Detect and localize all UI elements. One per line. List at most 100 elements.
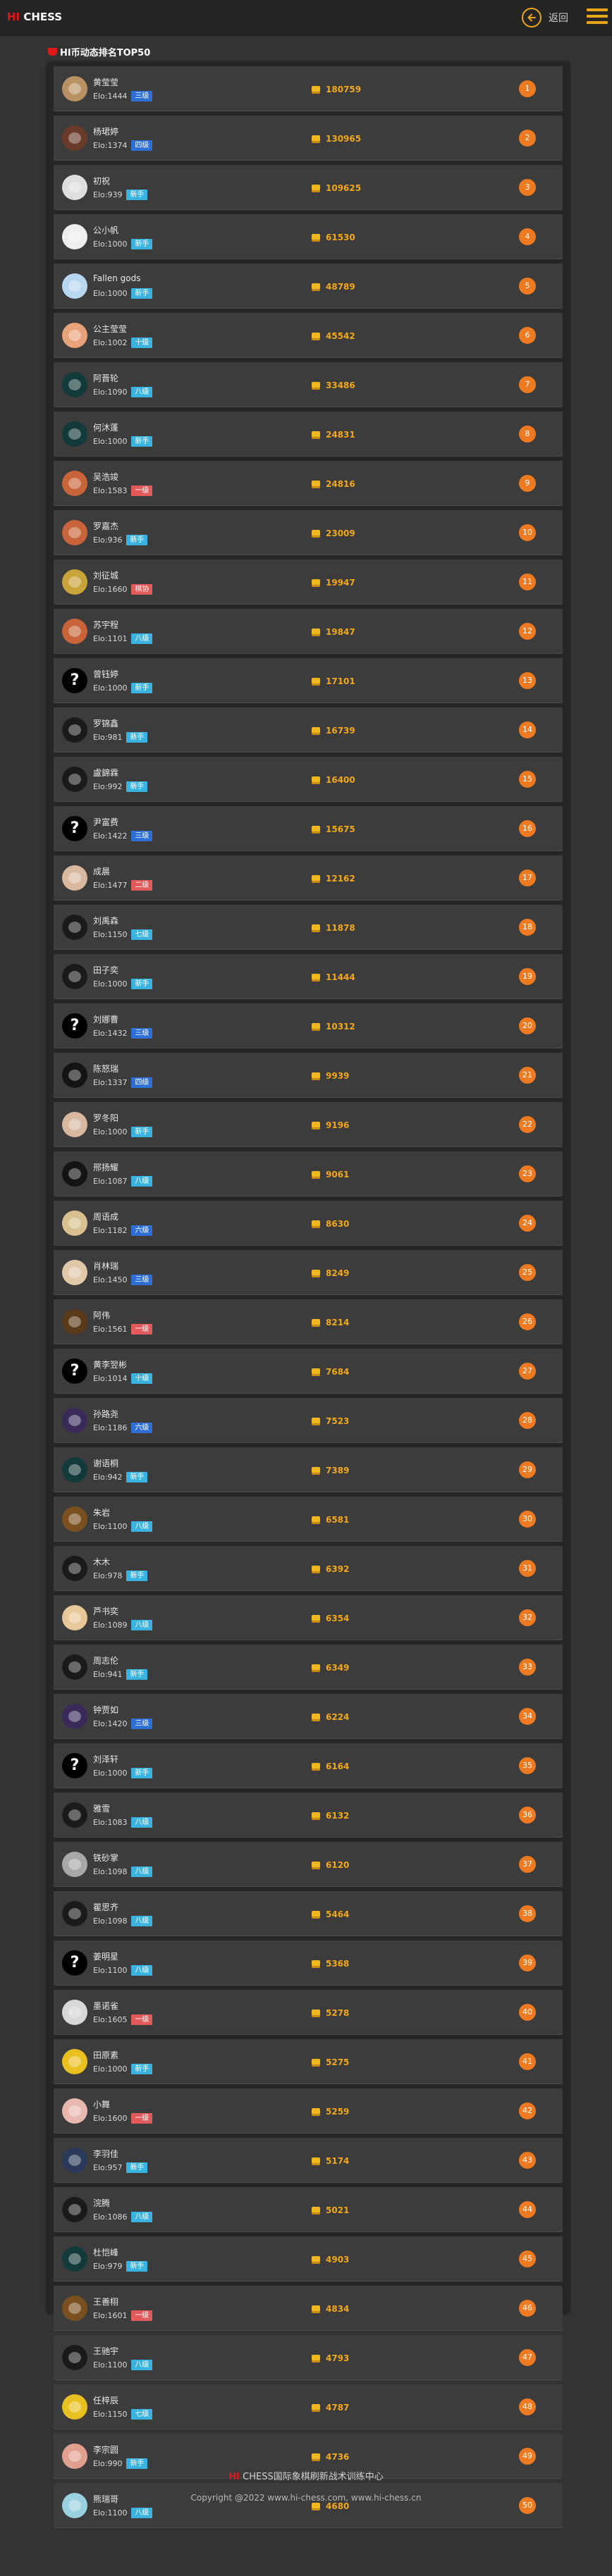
ranking-row[interactable]: 盧錦霖 Elo:992 新手 16400 15 (54, 757, 563, 802)
avatar[interactable] (62, 2345, 87, 2370)
avatar[interactable] (62, 1605, 87, 1630)
ranking-row[interactable]: 谢语桐 Elo:942 新手 7389 29 (54, 1447, 563, 1492)
ranking-row[interactable]: 公主莹莹 Elo:1002 十级 45542 6 (54, 313, 563, 358)
player-name[interactable]: 王驰宇 (93, 2345, 118, 2357)
ranking-row[interactable]: Fallen gods Elo:1000 新手 48789 5 (54, 264, 563, 309)
player-name[interactable]: 杜恺峰 (93, 2246, 118, 2258)
player-name[interactable]: 尹富费 (93, 816, 118, 828)
ranking-row[interactable]: 成晨 Elo:1477 二级 12162 17 (54, 855, 563, 900)
ranking-row[interactable]: 孙路尧 Elo:1186 六级 7523 28 (54, 1398, 563, 1443)
ranking-row[interactable]: 杨珺婷 Elo:1374 四级 130965 2 (54, 116, 563, 161)
avatar[interactable]: ? (62, 1358, 87, 1384)
player-name[interactable]: 田原素 (93, 2049, 118, 2061)
player-name[interactable]: 刘征城 (93, 569, 118, 581)
avatar[interactable] (62, 2246, 87, 2272)
ranking-row[interactable]: 王善栩 Elo:1601 一级 4834 46 (54, 2286, 563, 2331)
ranking-row[interactable]: 铁砂掌 Elo:1098 八级 6120 37 (54, 1842, 563, 1887)
ranking-row[interactable]: 田原素 Elo:1000 新手 5275 41 (54, 2039, 563, 2084)
ranking-row[interactable]: 罗嘉杰 Elo:936 新手 23009 10 (54, 510, 563, 555)
avatar[interactable] (62, 1457, 87, 1482)
player-name[interactable]: 初祝 (93, 175, 110, 187)
ranking-row[interactable]: 芦书奕 Elo:1089 八级 6354 32 (54, 1595, 563, 1640)
player-name[interactable]: 李羽佳 (93, 2148, 118, 2160)
ranking-row[interactable]: 朱岩 Elo:1100 八级 6581 30 (54, 1497, 563, 1542)
avatar[interactable] (62, 2049, 87, 2074)
avatar[interactable] (62, 2394, 87, 2420)
player-name[interactable]: 芦书奕 (93, 1605, 118, 1617)
avatar[interactable] (62, 2148, 87, 2173)
avatar[interactable] (62, 2098, 87, 2124)
ranking-row[interactable]: 墨诺雀 Elo:1605 一级 5278 40 (54, 1990, 563, 2035)
ranking-row[interactable]: 邢扬耀 Elo:1087 八级 9061 23 (54, 1151, 563, 1196)
avatar[interactable] (62, 273, 87, 299)
avatar[interactable] (62, 964, 87, 989)
avatar[interactable] (62, 372, 87, 397)
ranking-row[interactable]: 公小帆 Elo:1000 新手 61530 4 (54, 214, 563, 259)
ranking-row[interactable]: 罗锦鑫 Elo:981 新手 16739 14 (54, 707, 563, 753)
ranking-row[interactable]: ? 姜明星 Elo:1100 八级 5368 39 (54, 1940, 563, 1986)
ranking-row[interactable]: 苏宇程 Elo:1101 八级 19847 12 (54, 609, 563, 654)
ranking-row[interactable]: 肖林瑞 Elo:1450 三级 8249 25 (54, 1250, 563, 1295)
ranking-row[interactable]: 罗冬阳 Elo:1000 新手 9196 22 (54, 1102, 563, 1147)
avatar[interactable]: ? (62, 1753, 87, 1778)
avatar[interactable] (62, 224, 87, 249)
player-name[interactable]: 浣腾 (93, 2197, 110, 2209)
ranking-row[interactable]: 王驰宇 Elo:1100 八级 4793 47 (54, 2335, 563, 2380)
player-name[interactable]: 杨珺婷 (93, 125, 118, 137)
player-name[interactable]: 黄莹莹 (93, 76, 118, 88)
player-name[interactable]: 罗锦鑫 (93, 717, 118, 729)
player-name[interactable]: 肖林瑞 (93, 1260, 118, 1272)
avatar[interactable] (62, 1852, 87, 1877)
avatar[interactable] (62, 76, 87, 101)
player-name[interactable]: 公主莹莹 (93, 323, 127, 335)
player-name[interactable]: 铁砂掌 (93, 1852, 118, 1864)
player-name[interactable]: 阿晋轮 (93, 372, 118, 384)
player-name[interactable]: 苏宇程 (93, 619, 118, 631)
ranking-row[interactable]: ? 刘泽轩 Elo:1000 新手 6164 35 (54, 1743, 563, 1788)
ranking-row[interactable]: 雅雪 Elo:1083 八级 6132 36 (54, 1792, 563, 1838)
site-logo[interactable]: HI CHESS (7, 11, 62, 23)
player-name[interactable]: 罗冬阳 (93, 1112, 118, 1124)
ranking-row[interactable]: 阿晋轮 Elo:1090 八级 33486 7 (54, 362, 563, 407)
ranking-row[interactable]: ? 尹富费 Elo:1422 三级 15675 16 (54, 806, 563, 851)
player-name[interactable]: 田子奕 (93, 964, 118, 976)
player-name[interactable]: 姜明星 (93, 1950, 118, 1962)
player-name[interactable]: 雅雪 (93, 1802, 110, 1814)
ranking-row[interactable]: 熊瑞哥 Elo:1100 八级 4680 50 (54, 2483, 563, 2528)
ranking-row[interactable]: 黄莹莹 Elo:1444 三级 180759 1 (54, 66, 563, 111)
player-name[interactable]: 公小帆 (93, 224, 118, 236)
avatar[interactable] (62, 1309, 87, 1335)
avatar[interactable] (62, 175, 87, 200)
ranking-row[interactable]: 李羽佳 Elo:957 新手 5174 43 (54, 2138, 563, 2183)
avatar[interactable] (62, 1802, 87, 1828)
player-name[interactable]: 瞿思齐 (93, 1901, 118, 1913)
ranking-row[interactable]: 吴浩竣 Elo:1583 一级 24816 9 (54, 461, 563, 506)
player-name[interactable]: 孙路尧 (93, 1408, 118, 1420)
avatar[interactable] (62, 767, 87, 792)
avatar[interactable] (62, 1901, 87, 1926)
avatar[interactable] (62, 125, 87, 151)
avatar[interactable] (62, 1161, 87, 1187)
player-name[interactable]: 罗嘉杰 (93, 520, 118, 532)
ranking-row[interactable]: 木木 Elo:978 新手 6392 31 (54, 1546, 563, 1591)
avatar[interactable] (62, 1556, 87, 1581)
player-name[interactable]: 曾钰婷 (93, 668, 118, 680)
avatar[interactable] (62, 1506, 87, 1532)
avatar[interactable] (62, 1704, 87, 1729)
avatar[interactable]: ? (62, 668, 87, 693)
avatar[interactable] (62, 717, 87, 743)
avatar[interactable] (62, 1654, 87, 1680)
player-name[interactable]: 朱岩 (93, 1506, 110, 1518)
player-name[interactable]: Fallen gods (93, 273, 140, 283)
avatar[interactable] (62, 2197, 87, 2222)
avatar[interactable] (62, 2444, 87, 2469)
avatar[interactable] (62, 2000, 87, 2025)
player-name[interactable]: 周语成 (93, 1210, 118, 1222)
player-name[interactable]: 谢语桐 (93, 1457, 118, 1469)
avatar[interactable]: ? (62, 1013, 87, 1039)
avatar[interactable] (62, 1063, 87, 1088)
player-name[interactable]: 盧錦霖 (93, 767, 118, 779)
hamburger-menu-icon[interactable] (587, 8, 608, 25)
player-name[interactable]: 刘泽轩 (93, 1753, 118, 1765)
ranking-row[interactable]: 何沐蓬 Elo:1000 新手 24831 8 (54, 411, 563, 457)
